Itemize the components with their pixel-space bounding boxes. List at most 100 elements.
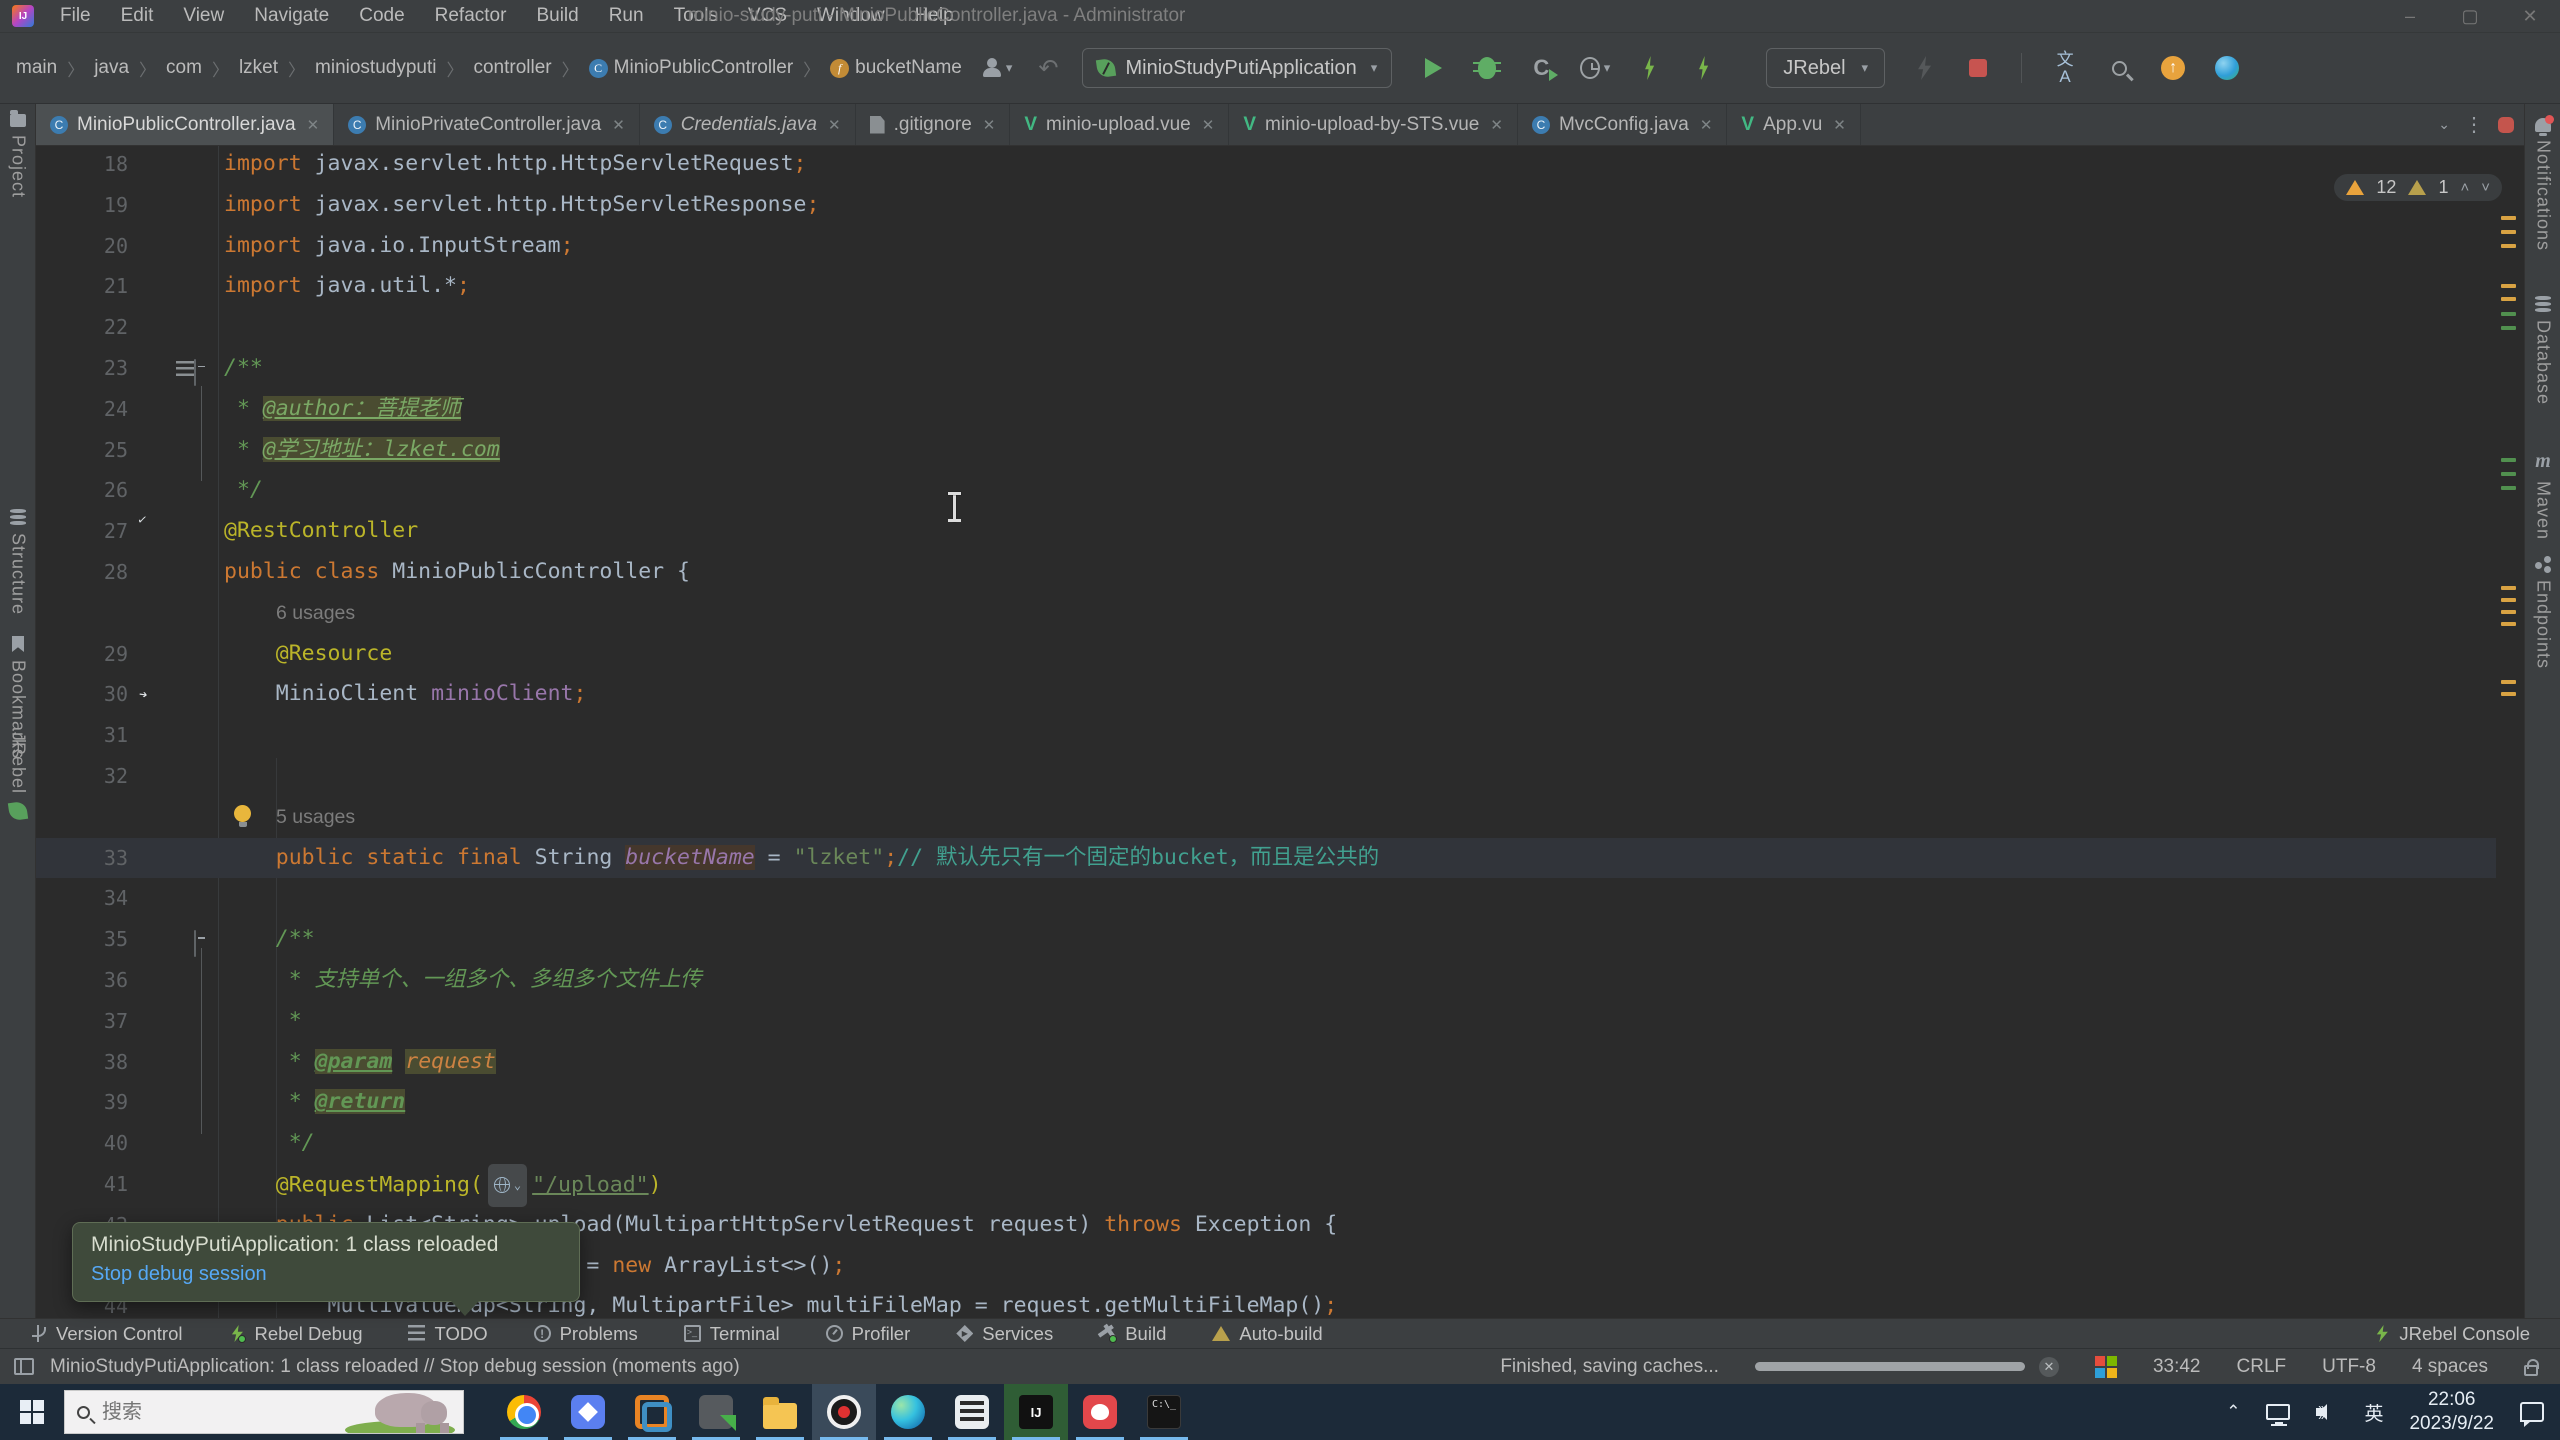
request-mapping-widget[interactable]: ⌄ xyxy=(487,1163,528,1207)
code-area[interactable]: 18 import javax.servlet.http.HttpServletR… xyxy=(36,146,2496,1318)
tab-MinioPublicController.java[interactable]: C MinioPublicController.java ✕ xyxy=(36,104,335,145)
network-icon[interactable] xyxy=(2266,1404,2291,1424)
menu-item-run[interactable]: Run xyxy=(597,1,656,31)
breadcrumb-item-lzket[interactable]: lzket xyxy=(237,53,280,83)
color-grid-icon[interactable] xyxy=(2094,1355,2117,1378)
status-message[interactable]: MinioStudyPutiApplication: 1 class reloa… xyxy=(50,1356,740,1378)
close-icon[interactable]: ✕ xyxy=(1833,116,1846,134)
hidden-tabs-chevron-icon[interactable]: ⌄ xyxy=(2438,116,2450,133)
taskbar-app-screen-recorder[interactable] xyxy=(812,1384,876,1440)
ide-sphere-icon[interactable] xyxy=(2212,53,2242,83)
profiler-button[interactable]: ▾ xyxy=(1580,53,1610,83)
code-line-35[interactable]: 35 /** xyxy=(36,919,2496,960)
ime-indicator[interactable]: 英 xyxy=(2364,1399,2383,1426)
code-line-23[interactable]: 23 /** xyxy=(36,348,2496,389)
tool-window-button-version-control[interactable]: Version Control xyxy=(30,1323,182,1345)
tab-MvcConfig.java[interactable]: C MvcConfig.java ✕ xyxy=(1518,104,1728,145)
tool-window-quick-access-icon[interactable] xyxy=(14,1358,34,1375)
taskbar-app-explorer[interactable] xyxy=(748,1384,812,1440)
tray-expand-icon[interactable]: ⌃ xyxy=(2226,1402,2240,1422)
sidebar-item-endpoints[interactable]: Endpoints xyxy=(2525,556,2560,669)
tool-window-button-todo[interactable]: TODO xyxy=(408,1323,488,1345)
menu-item-edit[interactable]: Edit xyxy=(109,1,166,31)
inline-hint-row[interactable]: 6 usages xyxy=(36,593,2496,634)
tool-window-button-jrebel-console[interactable]: JRebel Console xyxy=(2373,1323,2530,1345)
start-button[interactable] xyxy=(0,1384,64,1440)
tab-App.vu[interactable]: V App.vu ✕ xyxy=(1727,104,1861,145)
inspections-widget[interactable]: 12 1 ˄ ˅ xyxy=(2334,174,2502,201)
code-line-18[interactable]: 18 import javax.servlet.http.HttpServletR… xyxy=(36,146,2496,185)
code-line-32[interactable]: 32 xyxy=(36,756,2496,797)
close-icon[interactable]: ✕ xyxy=(983,116,996,134)
tool-window-button-auto-build[interactable]: Auto-build xyxy=(1212,1323,1323,1345)
code-line-30[interactable]: 30 MinioClient minioClient; xyxy=(36,674,2496,715)
notification-badge-icon[interactable] xyxy=(2498,116,2514,133)
taskbar-app-intellij-idea[interactable] xyxy=(1004,1384,1068,1440)
tab-options-icon[interactable]: ⋮ xyxy=(2464,112,2484,137)
code-line-41[interactable]: 41 @RequestMapping(⌄ "/upload") xyxy=(36,1163,2496,1207)
tool-window-button-profiler[interactable]: Profiler xyxy=(825,1323,910,1345)
taskbar-app-mumu[interactable] xyxy=(1068,1384,1132,1440)
translate-icon[interactable]: 文A xyxy=(2050,51,2080,85)
dismiss-progress-icon[interactable]: ✕ xyxy=(2038,1356,2059,1377)
menu-item-view[interactable]: View xyxy=(171,1,236,31)
tab-minio-upload-by-STS.vue[interactable]: Vminio-upload-by-STS.vue ✕ xyxy=(1229,104,1518,145)
menu-item-code[interactable]: Code xyxy=(347,1,416,31)
menu-item-refactor[interactable]: Refactor xyxy=(423,1,519,31)
tab-MinioPrivateController.java[interactable]: C MinioPrivateController.java ✕ xyxy=(334,104,640,145)
line-ending[interactable]: CRLF xyxy=(2237,1356,2287,1378)
search-input[interactable] xyxy=(102,1400,322,1424)
code-line-36[interactable]: 36 * 支持单个、一组多个、多组多个文件上传 xyxy=(36,960,2496,1001)
tool-window-button-problems[interactable]: Problems xyxy=(533,1323,638,1345)
close-icon[interactable]: ✕ xyxy=(307,116,320,134)
menu-item-build[interactable]: Build xyxy=(524,1,590,31)
close-icon[interactable]: ✕ xyxy=(828,116,841,134)
usages-hint[interactable]: 6 usages xyxy=(276,593,355,634)
run-button[interactable] xyxy=(1418,53,1448,83)
maximize-button[interactable]: ▢ xyxy=(2450,6,2490,27)
stop-debug-session-link[interactable]: Stop debug session xyxy=(91,1263,561,1286)
taskbar-app-xshell[interactable] xyxy=(940,1384,1004,1440)
sidebar-item-structure[interactable]: Structure xyxy=(0,509,36,615)
jrebel-leaf-icon[interactable] xyxy=(0,800,36,822)
prev-issue-icon[interactable]: ˄ xyxy=(2460,179,2469,196)
encoding[interactable]: UTF-8 xyxy=(2322,1356,2376,1378)
fold-marker[interactable] xyxy=(194,930,196,958)
tool-window-button-terminal[interactable]: Terminal xyxy=(683,1323,780,1345)
sidebar-item-maven[interactable]: m Maven xyxy=(2525,450,2560,540)
clock[interactable]: 22:06 2023/9/22 xyxy=(2409,1388,2494,1436)
code-line-29[interactable]: 29 @Resource xyxy=(36,634,2496,675)
code-line-19[interactable]: 19 import javax.servlet.http.HttpServletR… xyxy=(36,185,2496,226)
jrebel-select[interactable]: JRebel ▾ xyxy=(1766,48,1886,88)
stop-button[interactable] xyxy=(1963,53,1993,83)
jrebel-debug-button[interactable] xyxy=(1688,53,1718,83)
jrebel-run-button[interactable] xyxy=(1634,53,1664,83)
context-actions-icon[interactable] xyxy=(176,360,196,376)
breadcrumb-item-controller[interactable]: controller xyxy=(471,53,553,83)
menu-item-navigate[interactable]: Navigate xyxy=(242,1,341,31)
close-icon[interactable]: ✕ xyxy=(1202,116,1215,134)
sidebar-item-jrebel[interactable]: JRebel xyxy=(0,732,36,794)
run-configuration-select[interactable]: MinioStudyPutiApplication ▾ xyxy=(1082,48,1393,88)
code-line-39[interactable]: 39 * @return xyxy=(36,1082,2496,1123)
minimize-button[interactable]: – xyxy=(2390,6,2430,27)
sidebar-item-project[interactable]: Project xyxy=(0,110,36,198)
notification-center-icon[interactable] xyxy=(2520,1402,2544,1427)
menu-item-file[interactable]: File xyxy=(48,1,103,31)
code-line-21[interactable]: 21 import java.util.*; xyxy=(36,266,2496,307)
code-line-24[interactable]: 24 * @author：菩提老师 xyxy=(36,389,2496,430)
close-icon[interactable]: ✕ xyxy=(1490,116,1503,134)
breadcrumb-item-miniostudyputi[interactable]: miniostudyputi xyxy=(313,53,438,83)
lock-icon[interactable] xyxy=(2524,1358,2539,1376)
code-line-25[interactable]: 25 * @学习地址：lzket.com xyxy=(36,430,2496,471)
code-line-28[interactable]: 28 public class MinioPublicController { xyxy=(36,552,2496,593)
code-line-34[interactable]: 34 xyxy=(36,878,2496,919)
breadcrumb-item-bucketName[interactable]: f bucketName xyxy=(828,53,964,83)
taskbar-app-xftp[interactable] xyxy=(684,1384,748,1440)
run-with-coverage-button[interactable]: C xyxy=(1526,53,1559,83)
code-line-40[interactable]: 40 */ xyxy=(36,1123,2496,1164)
usages-hint[interactable]: 5 usages xyxy=(276,797,355,838)
taskbar-app-terminal[interactable] xyxy=(1132,1384,1196,1440)
code-line-33[interactable]: 33 public static final String bucketName… xyxy=(36,837,2496,879)
code-line-27[interactable]: 27 @RestController xyxy=(36,511,2496,552)
